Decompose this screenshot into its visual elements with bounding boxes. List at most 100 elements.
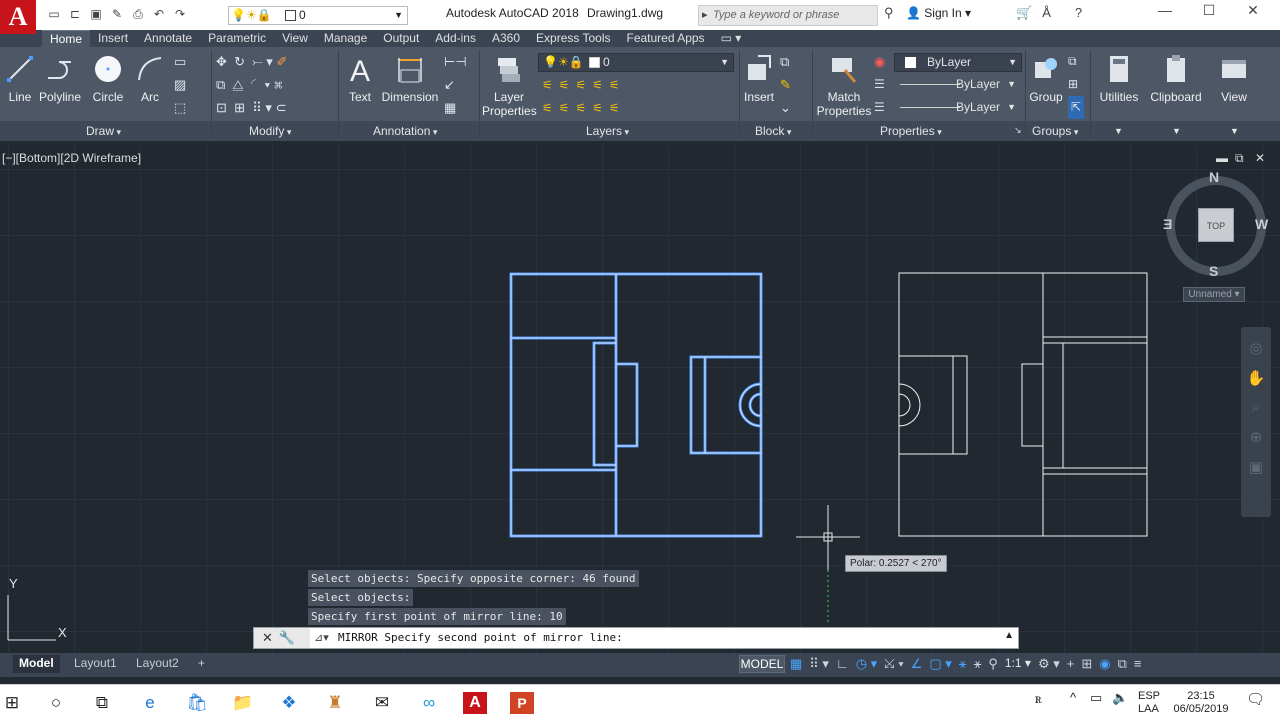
- scale-icon[interactable]: ⊞: [234, 100, 245, 115]
- object-snap-icon[interactable]: ▢ ▾: [929, 656, 951, 672]
- viewport-restore-icon[interactable]: ⧉: [1235, 151, 1244, 166]
- region-icon[interactable]: ⬚: [174, 96, 204, 119]
- fillet-icon[interactable]: ◜: [251, 77, 261, 92]
- orbit-icon[interactable]: ⊕: [1241, 428, 1271, 446]
- text-button[interactable]: A Text: [344, 54, 376, 104]
- volume-icon[interactable]: 🔈: [1112, 690, 1128, 706]
- layers-panel-label[interactable]: Layers: [586, 124, 629, 138]
- save-icon[interactable]: ▣: [88, 6, 104, 22]
- powerpoint-taskbar-icon[interactable]: P: [510, 692, 534, 714]
- tab-home[interactable]: Home: [42, 30, 91, 47]
- leader-icon[interactable]: ↙: [444, 73, 474, 96]
- store-icon[interactable]: 🛍: [185, 692, 209, 714]
- units-icon[interactable]: ⊞: [1081, 656, 1092, 672]
- arc-button[interactable]: Arc: [134, 54, 166, 104]
- edge-icon[interactable]: e: [138, 692, 162, 714]
- showmotion-icon[interactable]: ▣: [1241, 458, 1271, 476]
- redo-icon[interactable]: ↷: [172, 6, 188, 22]
- close-icon[interactable]: ✕: [1238, 2, 1268, 19]
- print-icon[interactable]: ⎙: [130, 6, 146, 22]
- tab-insert[interactable]: Insert: [90, 30, 136, 47]
- group-select-icon[interactable]: ⇱: [1068, 96, 1084, 119]
- rotate-icon[interactable]: ↻: [234, 54, 245, 69]
- edit-block-icon[interactable]: ✎: [780, 73, 804, 96]
- lineweight-dropdown[interactable]: ByLayer ▼: [892, 98, 1022, 117]
- help-icon[interactable]: ?: [1075, 5, 1082, 21]
- modify-panel-label[interactable]: Modify: [249, 124, 291, 138]
- command-history-toggle-icon[interactable]: ▲: [1004, 630, 1014, 641]
- task-view-icon[interactable]: ⧉: [90, 692, 114, 714]
- customize-icon[interactable]: ≡: [1134, 656, 1142, 672]
- block-panel-label[interactable]: Block: [755, 124, 791, 138]
- ortho-icon[interactable]: ∟: [836, 656, 849, 672]
- view-button[interactable]: View: [1212, 54, 1256, 104]
- drawing-canvas[interactable]: [0, 145, 1280, 653]
- open-file-icon[interactable]: ⊏: [67, 6, 83, 22]
- search-input[interactable]: Type a keyword or phrase: [698, 5, 878, 26]
- layer-properties-button[interactable]: Layer Properties: [482, 54, 537, 118]
- layer-tools-row-1[interactable]: ⚟⚟⚟⚟⚟: [542, 74, 652, 97]
- cart-icon[interactable]: 🛒: [1016, 5, 1032, 21]
- explode-icon[interactable]: ⌘: [274, 77, 283, 92]
- block-attributes-icon[interactable]: ⌄: [780, 96, 804, 119]
- pan-icon[interactable]: ✋: [1241, 369, 1271, 387]
- annotation-scale[interactable]: 1:1 ▾: [1005, 656, 1031, 672]
- table-icon[interactable]: ▦: [444, 96, 474, 119]
- viewport-controls[interactable]: [−][Bottom][2D Wireframe]: [2, 151, 141, 165]
- groups-panel-label[interactable]: Groups: [1032, 124, 1078, 138]
- command-line[interactable]: ✕🔧 ⊿▾ MIRROR Specify second point of mir…: [253, 627, 1019, 649]
- autocad-logo-button[interactable]: A: [0, 0, 36, 34]
- polyline-button[interactable]: Polyline: [38, 54, 82, 104]
- tab-parametric[interactable]: Parametric: [200, 30, 274, 47]
- grid-icon[interactable]: ▦: [790, 656, 802, 672]
- array-icon[interactable]: ⠿: [252, 100, 262, 115]
- battery-icon[interactable]: ▭: [1090, 690, 1102, 706]
- tab-layout2[interactable]: Layout2: [130, 655, 185, 673]
- tab-manage[interactable]: Manage: [316, 30, 375, 47]
- ungroup-icon[interactable]: ⧉: [1068, 50, 1088, 73]
- clipboard-button[interactable]: Clipboard: [1148, 54, 1204, 104]
- autodesk-icon[interactable]: Å: [1042, 5, 1051, 21]
- file-explorer-icon[interactable]: 📁: [231, 692, 255, 714]
- object-snap-tracking-icon[interactable]: ∠: [911, 656, 923, 672]
- tab-annotate[interactable]: Annotate: [136, 30, 200, 47]
- tab-model[interactable]: Model: [13, 655, 60, 673]
- trim-icon[interactable]: ⤚: [252, 54, 262, 69]
- close-icon[interactable]: ✕: [262, 630, 279, 645]
- input-language[interactable]: ESP LAA: [1138, 690, 1160, 716]
- copy-icon[interactable]: ⧉: [216, 77, 225, 92]
- notifications-icon[interactable]: 🗨: [1246, 690, 1265, 708]
- match-properties-button[interactable]: Match Properties: [816, 54, 872, 118]
- layer-dropdown[interactable]: 💡☀🔒 0 ▼: [538, 53, 734, 72]
- save-as-icon[interactable]: ✎: [109, 6, 125, 22]
- workspace-gear-icon[interactable]: ⚙ ▾: [1038, 656, 1060, 672]
- viewcube-north[interactable]: N: [1209, 169, 1219, 185]
- tab-layout1[interactable]: Layout1: [68, 655, 123, 673]
- viewport-close-icon[interactable]: ✕: [1255, 151, 1265, 165]
- qat-layer-dropdown[interactable]: 💡☀🔒 0 ▼: [228, 6, 408, 25]
- insert-button[interactable]: Insert: [742, 54, 776, 104]
- tab-view[interactable]: View: [274, 30, 316, 47]
- minimize-icon[interactable]: —: [1150, 2, 1180, 18]
- chevron-down-icon[interactable]: ▼: [1230, 126, 1239, 136]
- line-button[interactable]: Line: [4, 54, 36, 104]
- layer-tools-row-2[interactable]: ⚟⚟⚟⚟⚟: [542, 97, 652, 120]
- stretch-icon[interactable]: ⊡: [216, 100, 227, 115]
- cortana-icon[interactable]: ○: [44, 692, 68, 714]
- viewcube-east[interactable]: E: [1163, 216, 1172, 232]
- annotation-scale-icon[interactable]: ⚲: [988, 656, 998, 672]
- linear-dim-icon[interactable]: ⊢⊣: [444, 50, 474, 73]
- people-icon[interactable]: ꭱ: [1035, 690, 1042, 707]
- taskbar-clock[interactable]: 23:15 06/05/2019: [1173, 690, 1229, 716]
- undo-icon[interactable]: ↶: [151, 6, 167, 22]
- auto-scale-icon[interactable]: ⚹: [974, 656, 982, 672]
- add-icon[interactable]: +: [1067, 656, 1075, 672]
- mirror-icon[interactable]: ⧋: [233, 77, 244, 92]
- maximize-icon[interactable]: ☐: [1194, 2, 1224, 19]
- sign-in-button[interactable]: 👤 Sign In ▾: [906, 6, 971, 20]
- polar-icon[interactable]: ◷ ▾: [856, 656, 877, 672]
- linetype-dropdown[interactable]: ByLayer ▼: [892, 75, 1022, 94]
- tab-add-ins[interactable]: Add-ins: [427, 30, 484, 47]
- hatch-icon[interactable]: ▨: [174, 73, 204, 96]
- viewport-minimize-icon[interactable]: ▬: [1216, 151, 1228, 165]
